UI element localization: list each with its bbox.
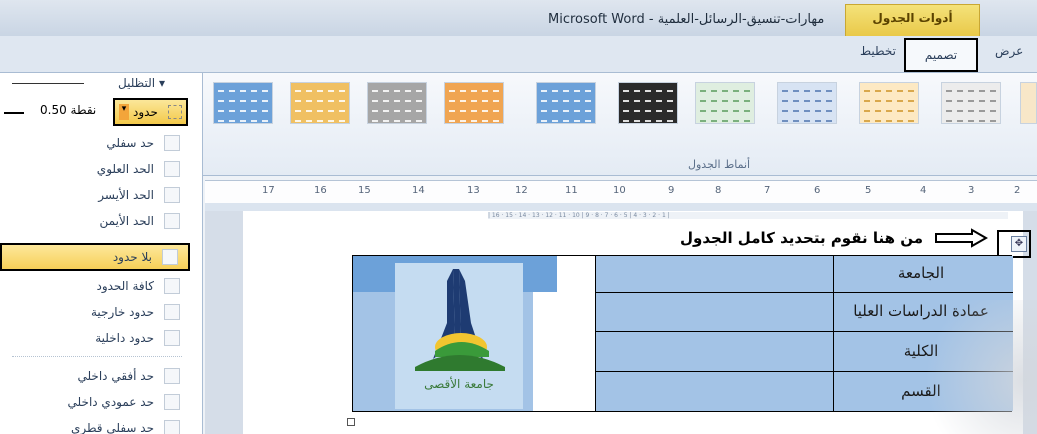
menu-item-no-border[interactable]: بلا حدود [0,243,190,271]
arrow-icon [935,228,988,248]
right-border-icon [164,213,180,229]
context-tab-group: أدوات الجدول [845,4,980,36]
tab-view[interactable]: عرض [995,44,1023,58]
menu-item-inside-horizontal[interactable]: حد أفقي داخلي [0,364,190,390]
menu-item-all-borders[interactable]: كافة الحدود [0,274,190,300]
table-style-thumb[interactable] [941,82,1001,124]
table-move-handle[interactable]: ✥ [1011,236,1027,252]
tab-layout[interactable]: تخطيط [860,44,896,58]
inside-vertical-icon [164,394,180,410]
menu-item-outside-borders[interactable]: حدود خارجية [0,300,190,326]
ribbon-tabs: عرض تخطيط [0,36,1037,73]
menu-item-inside-vertical[interactable]: حد عمودي داخلي [0,390,190,416]
table-style-thumb[interactable] [213,82,273,124]
logo-text: جامعة الأقصى [424,377,494,391]
menu-item-diagonal-down[interactable]: حد سفلي قطري [0,416,190,434]
menu-item-right-border[interactable]: الحد الأيمن [0,209,190,235]
table-style-thumb[interactable] [695,82,755,124]
chevron-down-icon: ▾ [119,104,129,120]
diagonal-down-icon [164,420,180,434]
table-style-thumb[interactable] [290,82,350,124]
inside-borders-icon [164,330,180,346]
background-shading [908,300,1037,434]
top-border-icon [164,161,180,177]
table-style-thumb[interactable] [777,82,837,124]
horizontal-ruler[interactable]: 17 16 15 14 13 12 11 10 9 8 7 6 5 4 3 2 … [205,180,1037,204]
table-style-thumb[interactable] [444,82,504,124]
ruler-gap [205,203,1037,211]
word-window: Microsoft Word - مهارات-تنسيق-الرسائل-ال… [0,0,1037,434]
column-divider [595,256,596,411]
table-style-thumb[interactable] [1020,82,1037,124]
pen-weight-sample [4,112,24,114]
menu-item-bottom-border[interactable]: حد سفلي [0,131,190,157]
university-logo: جامعة الأقصى [395,263,523,409]
menu-item-left-border[interactable]: الحد الأيسر [0,183,190,209]
table-style-thumb[interactable] [536,82,596,124]
table-cell-text: الجامعة [897,264,945,282]
shading-button[interactable]: التظليل ▾ [118,76,165,90]
left-border-icon [164,187,180,203]
instruction-note: من هنا نقوم بتحديد كامل الجدول [680,229,924,247]
group-label-table-styles: أنماط الجدول [688,158,751,171]
row-divider [595,292,1013,293]
title-bar: Microsoft Word - مهارات-تنسيق-الرسائل-ال… [0,0,1037,36]
all-borders-icon [164,278,180,294]
bottom-border-icon [164,135,180,151]
tab-design[interactable]: تصميم [904,38,978,72]
table-style-thumb[interactable] [859,82,919,124]
pen-style-sample[interactable] [12,83,84,84]
borders-icon [168,105,182,119]
table-resize-handle[interactable] [347,418,355,426]
table-style-thumb[interactable] [367,82,427,124]
pen-weight-value[interactable]: 0.50 نقطة [40,103,96,117]
borders-button-label: حدود [133,105,158,119]
mini-ruler: | 16 · 15 · 14 · 13 · 12 · 11 · 10 | 9 ·… [488,212,1008,219]
inside-horizontal-icon [164,368,180,384]
menu-item-inside-borders[interactable]: حدود داخلية [0,326,190,352]
no-border-icon [162,249,178,265]
menu-item-top-border[interactable]: الحد العلوي [0,157,190,183]
borders-dropdown-button[interactable]: ▾ حدود [113,98,188,126]
table-style-thumb[interactable] [618,82,678,124]
window-title: Microsoft Word - مهارات-تنسيق-الرسائل-ال… [548,12,825,27]
outside-borders-icon [164,304,180,320]
menu-separator [12,356,182,357]
